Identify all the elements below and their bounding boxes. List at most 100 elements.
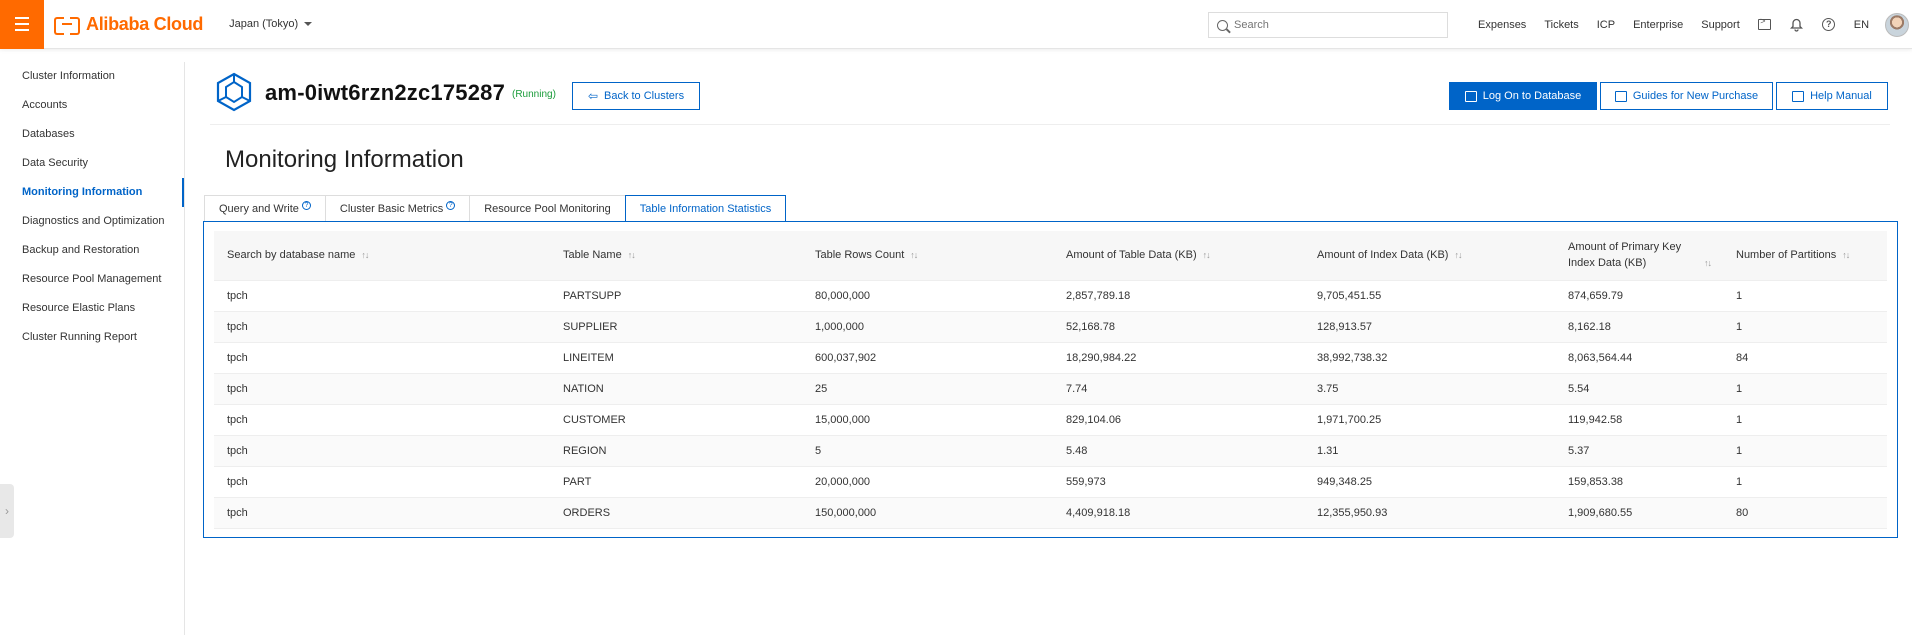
- tab-table-information-statistics[interactable]: Table Information Statistics: [624, 195, 787, 221]
- table-cell: 2,857,789.18: [1053, 280, 1304, 312]
- notifications-button[interactable]: [1790, 18, 1804, 32]
- table-cell: PART: [550, 466, 802, 498]
- page-title: Monitoring Information: [225, 146, 464, 173]
- column-header-rows-count[interactable]: Table Rows Count ↑↓: [802, 231, 1053, 281]
- table-row: tpch REGION 5 5.48 1.31 5.37 1: [214, 435, 1887, 467]
- table-cell: 3.75: [1304, 373, 1555, 405]
- table-cell: 8,162.18: [1555, 311, 1723, 343]
- tab-query-and-write[interactable]: Query and Write ?: [204, 195, 326, 221]
- alibaba-cloud-logo-icon: [54, 17, 80, 35]
- back-to-clusters-button[interactable]: ⇦ Back to Clusters: [572, 82, 700, 110]
- table-body: tpch PARTSUPP 80,000,000 2,857,789.18 9,705,…: [214, 280, 1887, 529]
- table-cell: 5.48: [1053, 435, 1304, 467]
- menu-button[interactable]: [0, 0, 44, 49]
- nav-expenses[interactable]: Expenses: [1478, 19, 1526, 31]
- table-cell: 1: [1723, 373, 1887, 405]
- question-icon[interactable]: ?: [301, 201, 311, 210]
- brand-logo[interactable]: Alibaba Cloud: [54, 14, 203, 35]
- column-label: Amount of Table Data (KB): [1066, 249, 1197, 262]
- column-header-index-data[interactable]: Amount of Index Data (KB) ↑↓: [1304, 231, 1555, 281]
- sort-icon[interactable]: ↑↓: [1842, 250, 1850, 260]
- sort-icon[interactable]: ↑↓: [910, 250, 918, 260]
- help-manual-button[interactable]: Help Manual: [1776, 82, 1888, 110]
- table-cell: SUPPLIER: [550, 311, 802, 343]
- tab-label: Query and Write: [219, 202, 299, 215]
- log-on-to-database-button[interactable]: Log On to Database: [1449, 82, 1597, 110]
- sidebar-item-resource-pool[interactable]: Resource Pool Management: [0, 265, 184, 294]
- column-header-pk-index-data[interactable]: Amount of Primary Key Index Data (KB) ↑↓: [1555, 231, 1723, 281]
- region-selector[interactable]: Japan (Tokyo): [229, 18, 313, 30]
- sort-icon[interactable]: ↑↓: [1203, 250, 1211, 260]
- help-button-label: Help Manual: [1810, 90, 1872, 102]
- table-cell: 9,705,451.55: [1304, 280, 1555, 312]
- top-nav: Expenses Tickets ICP Enterprise Support …: [1478, 0, 1887, 49]
- table-cell: NATION: [550, 373, 802, 405]
- table-row: tpch CUSTOMER 15,000,000 829,104.06 1,971,70…: [214, 404, 1887, 436]
- nav-enterprise[interactable]: Enterprise: [1633, 19, 1683, 31]
- cloud-shell-button[interactable]: [1758, 16, 1772, 32]
- sidebar-item-diagnostics[interactable]: Diagnostics and Optimization: [0, 207, 184, 236]
- sidebar-item-accounts[interactable]: Accounts: [0, 91, 184, 120]
- user-avatar[interactable]: [1885, 13, 1909, 37]
- search-box[interactable]: [1208, 12, 1448, 38]
- table-header-row: Search by database name ↑↓ Table Name ↑↓ T…: [214, 231, 1887, 281]
- language-switch[interactable]: EN: [1854, 19, 1869, 31]
- table-cell: 150,000,000: [802, 497, 1053, 529]
- sidebar-collapse-toggle[interactable]: ›: [0, 484, 14, 538]
- sort-icon[interactable]: ↑↓: [361, 250, 369, 260]
- table-cell: 80,000,000: [802, 280, 1053, 312]
- sort-icon[interactable]: ↑↓: [1454, 250, 1462, 260]
- table-cell: 128,913.57: [1304, 311, 1555, 343]
- sidebar-item-cluster-information[interactable]: Cluster Information: [0, 62, 184, 91]
- table-cell: PARTSUPP: [550, 280, 802, 312]
- cluster-icon: [216, 72, 252, 112]
- table-cell: 1: [1723, 435, 1887, 467]
- status-badge: (Running): [512, 89, 556, 100]
- sidebar-item-monitoring-information[interactable]: Monitoring Information: [0, 178, 184, 207]
- sidebar-item-databases[interactable]: Databases: [0, 120, 184, 149]
- monitor-icon: [1464, 90, 1477, 102]
- table-cell: 829,104.06: [1053, 404, 1304, 436]
- table-cell: 52,168.78: [1053, 311, 1304, 343]
- table-cell: 1: [1723, 466, 1887, 498]
- sort-icon[interactable]: ↑↓: [1704, 255, 1712, 271]
- help-button[interactable]: ?: [1822, 18, 1836, 32]
- table-cell: 1,909,680.55: [1555, 497, 1723, 529]
- sort-icon[interactable]: ↑↓: [628, 250, 636, 260]
- table-cell: 7.74: [1053, 373, 1304, 405]
- bell-icon: [1790, 18, 1804, 32]
- column-header-table-data[interactable]: Amount of Table Data (KB) ↑↓: [1053, 231, 1304, 281]
- table-row: tpch SUPPLIER 1,000,000 52,168.78 128,913.57…: [214, 311, 1887, 343]
- column-header-partitions[interactable]: Number of Partitions ↑↓: [1723, 231, 1887, 281]
- tab-resource-pool-monitoring[interactable]: Resource Pool Monitoring: [469, 195, 626, 221]
- login-button-label: Log On to Database: [1482, 90, 1582, 102]
- question-icon[interactable]: ?: [446, 201, 456, 210]
- table-cell: REGION: [550, 435, 802, 467]
- table-cell: 38,992,738.32: [1304, 342, 1555, 374]
- manual-icon: [1792, 90, 1805, 102]
- sidebar-item-data-security[interactable]: Data Security: [0, 149, 184, 178]
- nav-support[interactable]: Support: [1701, 19, 1740, 31]
- sidebar-item-running-report[interactable]: Cluster Running Report: [0, 323, 184, 352]
- column-header-database[interactable]: Search by database name ↑↓: [214, 231, 550, 281]
- sidebar-item-backup[interactable]: Backup and Restoration: [0, 236, 184, 265]
- table-cell: 1,000,000: [802, 311, 1053, 343]
- table-cell: 874,659.79: [1555, 280, 1723, 312]
- column-header-table-name[interactable]: Table Name ↑↓: [550, 231, 802, 281]
- header-divider: [210, 124, 1890, 125]
- table-row: tpch LINEITEM 600,037,902 18,290,984.22 38,9…: [214, 342, 1887, 374]
- tab-cluster-basic-metrics[interactable]: Cluster Basic Metrics ?: [324, 195, 471, 221]
- table-cell: tpch: [214, 311, 550, 343]
- nav-icp[interactable]: ICP: [1597, 19, 1615, 31]
- nav-tickets[interactable]: Tickets: [1544, 19, 1578, 31]
- table-cell: tpch: [214, 435, 550, 467]
- sidebar: Cluster Information Accounts Databases D…: [0, 62, 185, 635]
- search-input[interactable]: [1234, 19, 1434, 31]
- table-cell: 1.31: [1304, 435, 1555, 467]
- tab-label: Resource Pool Monitoring: [484, 202, 611, 215]
- column-label: Amount of Index Data (KB): [1317, 249, 1449, 262]
- guides-button[interactable]: Guides for New Purchase: [1600, 82, 1773, 110]
- sidebar-item-elastic-plans[interactable]: Resource Elastic Plans: [0, 294, 184, 323]
- cluster-id: am-0iwt6rzn2zc175287: [265, 80, 506, 105]
- terminal-icon: [1758, 16, 1772, 30]
